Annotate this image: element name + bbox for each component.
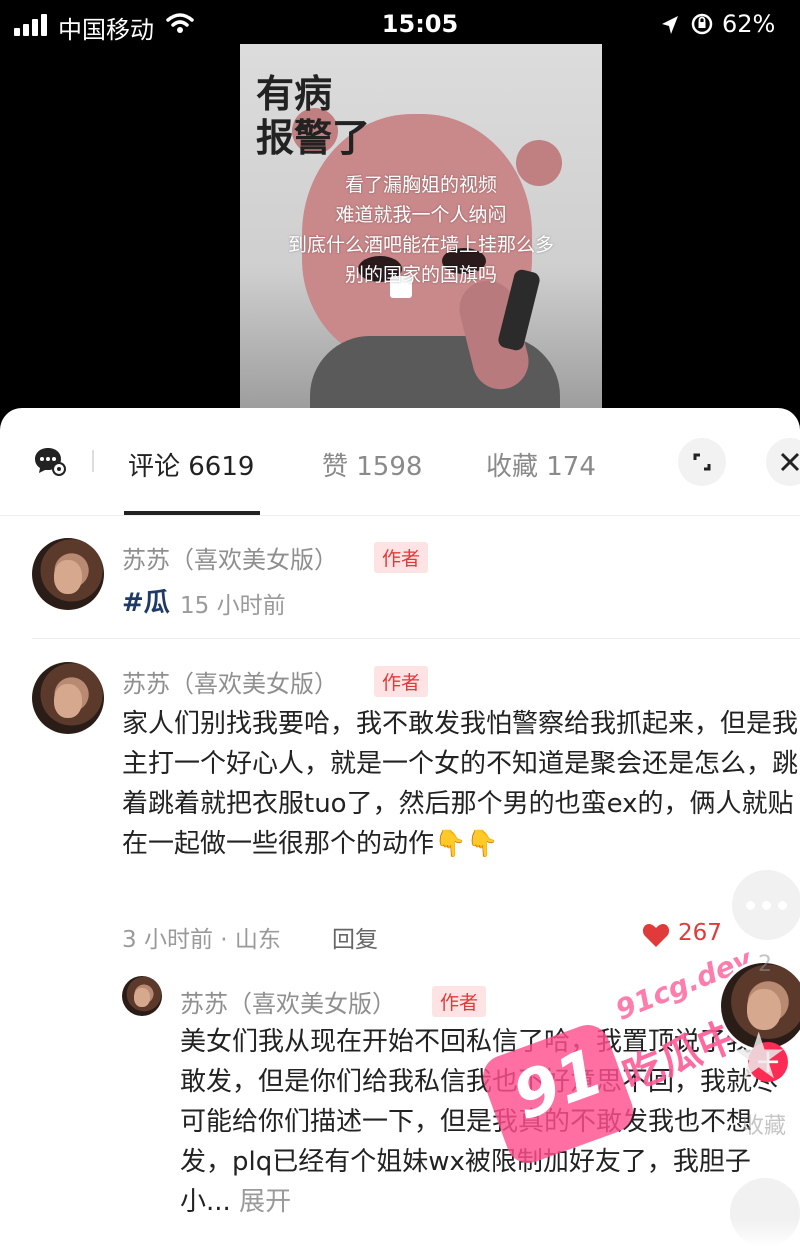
rotation-lock-icon	[691, 13, 713, 35]
tab-divider	[92, 450, 94, 472]
comment-username[interactable]: 苏苏（喜欢美女版）	[180, 984, 396, 1019]
comment-bubble-icon[interactable]	[732, 870, 800, 940]
clock: 15:05	[381, 10, 459, 38]
wifi-icon	[166, 13, 194, 33]
comment-text: 家人们别找我要哈，我不敢发我怕警察给我抓起来，但是我主打一个好心人，就是一个女的…	[122, 709, 799, 859]
hashtag-link[interactable]: #瓜	[122, 582, 170, 619]
video-caption-line: 到底什么酒吧能在墙上挂那么多	[287, 234, 554, 256]
video-title-line: 报警了	[256, 116, 371, 160]
tab-bar: 评论 6619 赞 1598 收藏 174	[0, 408, 800, 516]
author-badge: 作者	[374, 542, 429, 573]
divider	[32, 638, 800, 639]
battery-percent: 62%	[722, 10, 776, 38]
tab-likes[interactable]: 赞 1598	[322, 446, 422, 483]
chat-settings-icon[interactable]	[34, 446, 66, 476]
tab-favorites[interactable]: 收藏 174	[486, 446, 596, 483]
location-arrow-icon	[662, 16, 678, 34]
reply-button[interactable]: 回复	[332, 920, 378, 954]
carrier-label: 中国移动	[58, 16, 154, 44]
tab-comments[interactable]: 评论 6619	[128, 446, 254, 483]
expand-icon	[693, 453, 711, 471]
bottom-fade	[0, 1220, 800, 1247]
author-badge: 作者	[432, 986, 487, 1017]
video-caption: 看了漏胸姐的视频 难道就我一个人纳闷 到底什么酒吧能在墙上挂那么多 别的国家的国…	[240, 170, 602, 290]
avatar[interactable]	[32, 538, 104, 610]
video-title: 有病 报警了	[256, 72, 370, 160]
expand-button[interactable]	[678, 438, 726, 486]
video-caption-line: 别的国家的国旗吗	[344, 264, 497, 286]
comment-meta: 3 小时前 · 山东	[122, 927, 281, 953]
comment-time: 15 小时前	[180, 593, 286, 619]
close-icon	[780, 452, 800, 472]
comment-username[interactable]: 苏苏（喜欢美女版）	[122, 540, 338, 575]
author-badge: 作者	[374, 666, 429, 697]
favorite-label: 收藏	[742, 1114, 787, 1139]
heart-icon[interactable]	[642, 922, 670, 948]
video-caption-line: 看了漏胸姐的视频	[344, 174, 497, 196]
favorite-star-icon[interactable]: ★	[730, 1020, 787, 1094]
signal-icon	[14, 14, 47, 36]
avatar[interactable]	[32, 662, 104, 734]
like-count: 267	[678, 920, 722, 946]
comment-username[interactable]: 苏苏（喜欢美女版）	[122, 664, 338, 699]
expand-link[interactable]: 展开	[239, 1187, 291, 1217]
video-preview[interactable]: 有病 报警了 看了漏胸姐的视频 难道就我一个人纳闷 到底什么酒吧能在墙上挂那么多…	[240, 44, 602, 418]
divider	[0, 515, 800, 516]
video-title-line: 有病	[256, 72, 333, 116]
video-caption-line: 难道就我一个人纳闷	[335, 204, 507, 226]
comment-count: 2	[758, 952, 772, 977]
close-button[interactable]	[766, 438, 800, 486]
comment-sheet: 评论 6619 赞 1598 收藏 174 苏苏（喜欢美女版） 作者 #瓜 15…	[0, 408, 800, 1247]
avatar[interactable]	[122, 976, 162, 1016]
